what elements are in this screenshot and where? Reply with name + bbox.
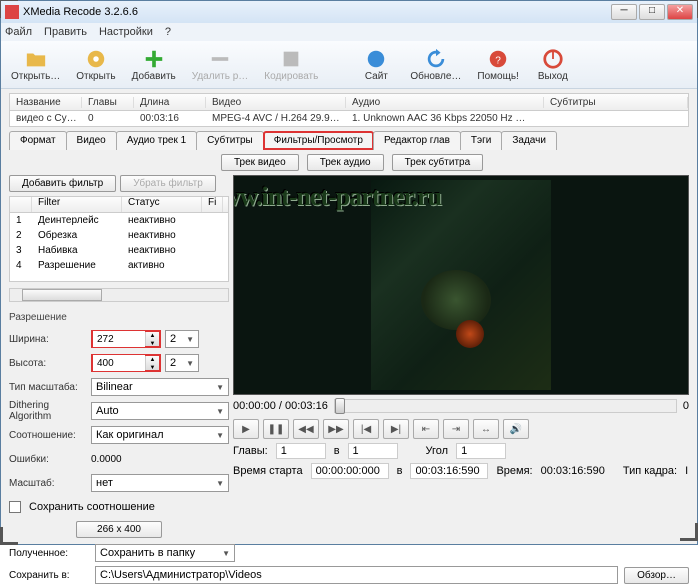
browse-button[interactable]: Обзор… [624, 567, 689, 584]
keep-ratio-checkbox[interactable] [9, 501, 21, 513]
tab-subtitles[interactable]: Субтитры [196, 131, 264, 150]
track-audio-button[interactable]: Трек аудио [307, 154, 384, 171]
close-button[interactable]: ✕ [667, 4, 693, 20]
file-list-header: Название Главы Длина Видео Аудио Субтитр… [9, 93, 689, 111]
height-step-select[interactable]: 2▼ [165, 354, 199, 372]
video-preview: www.int-net-partner.ru [233, 175, 689, 395]
range-button[interactable]: ↔ [473, 419, 499, 439]
exit-button[interactable]: Выход [531, 46, 575, 84]
tab-bar: Формат Видео Аудио трек 1 Субтитры Фильт… [9, 131, 689, 150]
chapter-from[interactable]: 1 [276, 443, 326, 459]
corner-decor [0, 527, 18, 545]
time-display: 00:00:00 / 00:03:16 [233, 400, 328, 412]
filter-row[interactable]: 1Деинтерлейснеактивно [10, 213, 228, 228]
svg-text:?: ? [495, 55, 501, 66]
menubar: Файл Править Настройки ? [1, 23, 697, 41]
tab-filters-preview[interactable]: Фильтры/Просмотр [263, 131, 374, 150]
step-back-button[interactable]: |◀ [353, 419, 379, 439]
tab-jobs[interactable]: Задачи [501, 131, 557, 150]
chapter-to[interactable]: 1 [348, 443, 398, 459]
track-subtitle-button[interactable]: Трек субтитра [392, 154, 484, 171]
add-button[interactable]: Добавить [128, 46, 180, 84]
height-label: Высота: [9, 358, 87, 369]
window-title: XMedia Recode 3.2.6.6 [23, 6, 611, 18]
help-button[interactable]: ?Помощь! [473, 46, 522, 84]
menu-help[interactable]: ? [165, 26, 171, 38]
start-time[interactable]: 00:00:00:000 [311, 463, 389, 479]
width-step-select[interactable]: 2▼ [165, 330, 199, 348]
tab-tags[interactable]: Тэги [460, 131, 502, 150]
play-button[interactable]: ▶ [233, 419, 259, 439]
menu-settings[interactable]: Настройки [99, 26, 153, 38]
minimize-button[interactable]: ─ [611, 4, 637, 20]
dither-select[interactable]: Auto▼ [91, 402, 229, 420]
tab-format[interactable]: Формат [9, 131, 67, 150]
dest-select[interactable]: Сохранить в папку▼ [95, 544, 235, 562]
seek-slider[interactable] [334, 399, 677, 413]
scale-select[interactable]: Bilinear▼ [91, 378, 229, 396]
sound-button[interactable]: 🔊 [503, 419, 529, 439]
frame-type: I [685, 465, 688, 477]
remove-button[interactable]: Удалить р… [188, 46, 253, 84]
tab-video[interactable]: Видео [66, 131, 117, 150]
h-scrollbar[interactable] [9, 288, 229, 302]
toolbar: Открыть… Открыть Добавить Удалить р… Код… [1, 41, 697, 89]
titlebar: XMedia Recode 3.2.6.6 ─ □ ✕ [1, 1, 697, 23]
resolution-section: Разрешение [9, 312, 229, 323]
save-path-input[interactable]: C:\Users\Администратор\Videos [95, 566, 618, 584]
filter-row[interactable]: 4Разрешениеактивно [10, 258, 228, 273]
update-button[interactable]: Обновле… [406, 46, 465, 84]
duration-value: 00:03:16:590 [541, 465, 605, 477]
dimensions-button[interactable]: 266 x 400 [76, 521, 162, 538]
site-button[interactable]: Сайт [354, 46, 398, 84]
width-input[interactable]: ▲▼ [91, 330, 161, 348]
angle-value[interactable]: 1 [456, 443, 506, 459]
end-time[interactable]: 00:03:16:590 [410, 463, 488, 479]
ratio-select[interactable]: Как оригинал▼ [91, 426, 229, 444]
maximize-button[interactable]: □ [639, 4, 665, 20]
height-input[interactable]: ▲▼ [91, 354, 161, 372]
width-label: Ширина: [9, 334, 87, 345]
corner-decor [680, 523, 698, 541]
open-disc-button[interactable]: Открыть [72, 46, 119, 84]
filter-table: FilterСтатусFi 1Деинтерлейснеактивно 2Об… [9, 196, 229, 282]
encode-button[interactable]: Кодировать [260, 46, 322, 84]
remove-filter-button[interactable]: Убрать фильтр [120, 175, 216, 192]
zoom-select[interactable]: нет▼ [91, 474, 229, 492]
filter-row[interactable]: 3Набивканеактивно [10, 243, 228, 258]
mark-in-button[interactable]: ⇤ [413, 419, 439, 439]
app-icon [5, 5, 19, 19]
tab-chapters[interactable]: Редактор глав [373, 131, 461, 150]
track-video-button[interactable]: Трек видео [221, 154, 299, 171]
add-filter-button[interactable]: Добавить фильтр [9, 175, 116, 192]
menu-file[interactable]: Файл [5, 26, 32, 38]
file-list-row[interactable]: видео с Cy… 0 00:03:16 MPEG-4 AVC / H.26… [9, 111, 689, 127]
open-file-button[interactable]: Открыть… [7, 46, 64, 84]
error-value: 0.0000 [91, 454, 122, 465]
mark-out-button[interactable]: ⇥ [443, 419, 469, 439]
prev-button[interactable]: ◀◀ [293, 419, 319, 439]
video-frame [371, 180, 551, 390]
filter-row[interactable]: 2Обрезканеактивно [10, 228, 228, 243]
tab-audio[interactable]: Аудио трек 1 [116, 131, 197, 150]
step-fwd-button[interactable]: ▶| [383, 419, 409, 439]
menu-edit[interactable]: Править [44, 26, 87, 38]
next-button[interactable]: ▶▶ [323, 419, 349, 439]
pause-button[interactable]: ❚❚ [263, 419, 289, 439]
